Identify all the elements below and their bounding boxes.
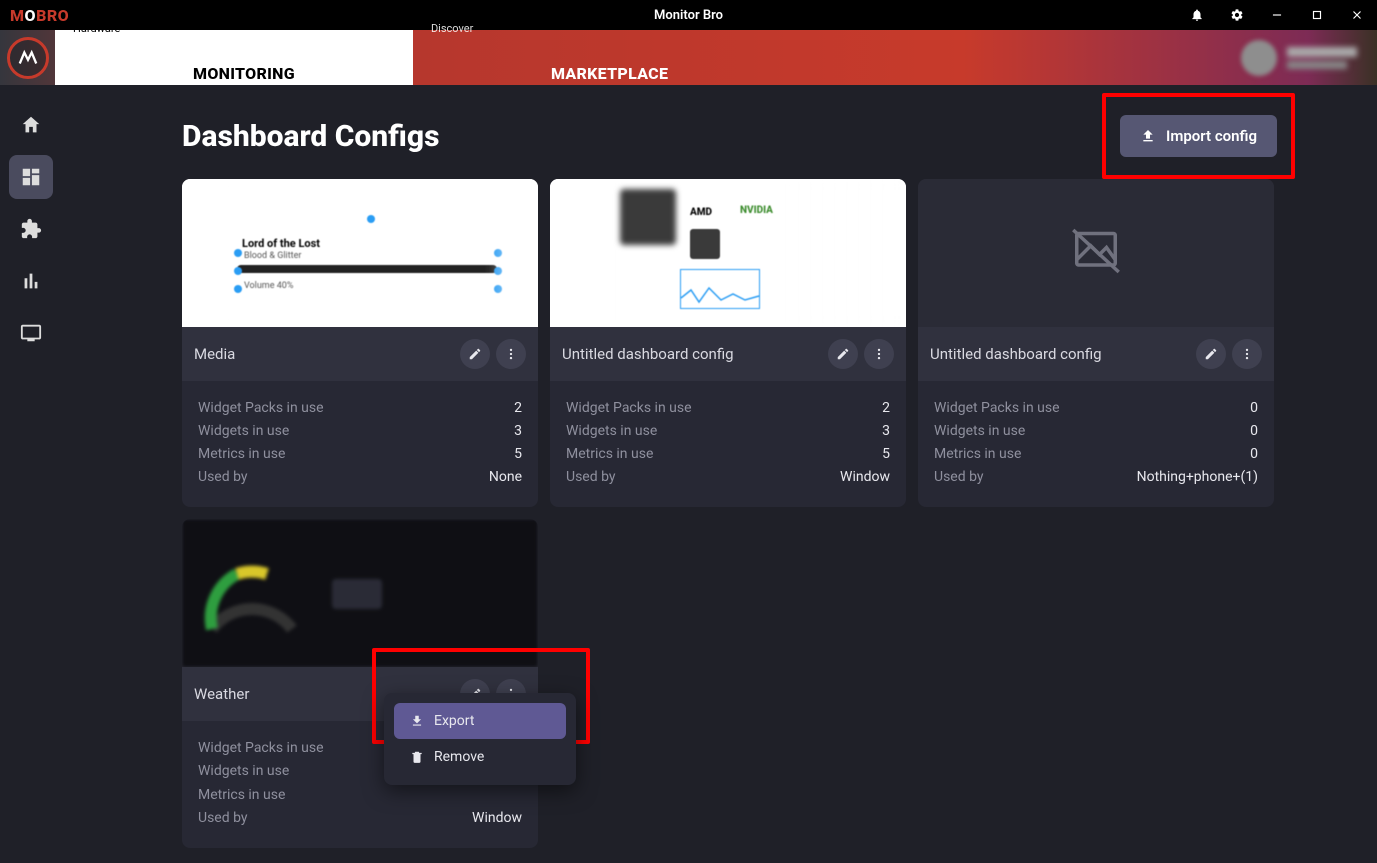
sidebar-home[interactable] <box>9 103 53 147</box>
window-title: Monitor Bro <box>654 8 723 23</box>
edit-button[interactable] <box>460 339 490 369</box>
more-button[interactable] <box>1232 339 1262 369</box>
tab-sub: Hardware <box>73 23 395 34</box>
download-icon <box>410 714 424 728</box>
val-used-by: None <box>489 466 522 489</box>
import-config-button[interactable]: Import config <box>1120 115 1277 157</box>
label-used-by: Used by <box>198 807 248 830</box>
label-used-by: Used by <box>934 466 984 489</box>
preview-track-title: Lord of the Lost <box>242 237 320 250</box>
sidebar-stats[interactable] <box>9 259 53 303</box>
gear-icon[interactable] <box>1217 0 1257 30</box>
label-widgets: Widgets in use <box>198 760 289 783</box>
no-image-icon <box>1068 223 1124 283</box>
tab-monitoring[interactable]: Hardware MONITORING <box>55 30 413 85</box>
preview-brand-nv: NVIDIA <box>740 205 773 216</box>
val-used-by: Nothing+phone+(1) <box>1137 466 1258 489</box>
preview-brand-amd: AMD <box>690 207 712 218</box>
label-widget-packs: Widget Packs in use <box>566 397 692 420</box>
card-preview[interactable]: Lord of the Lost Blood & Glitter Volume … <box>182 179 538 327</box>
config-card-media: Lord of the Lost Blood & Glitter Volume … <box>182 179 538 507</box>
bell-icon[interactable] <box>1177 0 1217 30</box>
menu-export-label: Export <box>434 713 474 729</box>
menu-remove[interactable]: Remove <box>394 739 566 775</box>
edit-button[interactable] <box>828 339 858 369</box>
label-metrics: Metrics in use <box>566 443 653 466</box>
label-metrics: Metrics in use <box>198 784 285 807</box>
close-button[interactable] <box>1337 0 1377 30</box>
sidebar-dashboards[interactable] <box>9 155 53 199</box>
val-metrics: 0 <box>1250 443 1258 466</box>
pencil-icon <box>836 347 850 361</box>
val-widgets: 3 <box>882 420 890 443</box>
user-account[interactable] <box>1231 30 1367 85</box>
dots-vertical-icon <box>1240 347 1254 361</box>
tab-sub: Discover <box>431 23 768 34</box>
preview-track-sub: Blood & Glitter <box>244 251 301 261</box>
more-button[interactable] <box>864 339 894 369</box>
sidebar <box>0 85 62 863</box>
label-used-by: Used by <box>566 466 616 489</box>
label-metrics: Metrics in use <box>198 443 285 466</box>
card-preview[interactable] <box>182 519 538 667</box>
card-context-menu: Export Remove <box>384 693 576 785</box>
trash-icon <box>410 750 424 764</box>
app-logo: MOBRO <box>0 6 69 25</box>
card-title: Weather <box>194 685 249 703</box>
main-area: Dashboard Configs Import config Lord of … <box>62 85 1377 863</box>
label-metrics: Metrics in use <box>934 443 1021 466</box>
val-used-by: Window <box>840 466 890 489</box>
page-title: Dashboard Configs <box>182 119 439 154</box>
brand-badge[interactable] <box>0 30 55 85</box>
label-widgets: Widgets in use <box>934 420 1025 443</box>
sidebar-plugins[interactable] <box>9 207 53 251</box>
pencil-icon <box>1204 347 1218 361</box>
card-title: Media <box>194 345 235 363</box>
import-label: Import config <box>1166 127 1257 145</box>
sidebar-display[interactable] <box>9 311 53 355</box>
label-widgets: Widgets in use <box>566 420 657 443</box>
label-used-by: Used by <box>198 466 248 489</box>
menu-remove-label: Remove <box>434 749 484 765</box>
label-widget-packs: Widget Packs in use <box>198 397 324 420</box>
val-metrics: 5 <box>882 443 890 466</box>
config-card-weather: Weather Widget Packs in use Widgets in u… <box>182 519 538 847</box>
label-widget-packs: Widget Packs in use <box>934 397 1060 420</box>
tab-marketplace[interactable]: Discover MARKETPLACE <box>413 30 786 85</box>
val-widget-packs: 2 <box>882 397 890 420</box>
card-preview[interactable] <box>918 179 1274 327</box>
val-widgets: 0 <box>1250 420 1258 443</box>
val-metrics: 5 <box>514 443 522 466</box>
user-name-blur <box>1287 47 1357 69</box>
val-widget-packs: 2 <box>514 397 522 420</box>
maximize-button[interactable] <box>1297 0 1337 30</box>
nav-ribbon: Hardware MONITORING Discover MARKETPLACE <box>0 30 1377 85</box>
card-title: Untitled dashboard config <box>930 345 1102 363</box>
val-widget-packs: 0 <box>1250 397 1258 420</box>
more-button[interactable] <box>496 339 526 369</box>
dots-vertical-icon <box>504 347 518 361</box>
config-card-untitled-1: AMD NVIDIA Untitled dashboard config <box>550 179 906 507</box>
val-used-by: Window <box>472 807 522 830</box>
cards-grid: Lord of the Lost Blood & Glitter Volume … <box>182 179 1277 848</box>
edit-button[interactable] <box>1196 339 1226 369</box>
avatar <box>1241 40 1277 76</box>
card-preview[interactable]: AMD NVIDIA <box>550 179 906 327</box>
card-title: Untitled dashboard config <box>562 345 734 363</box>
pencil-icon <box>468 347 482 361</box>
config-card-untitled-2: Untitled dashboard config Widget Packs i… <box>918 179 1274 507</box>
label-widgets: Widgets in use <box>198 420 289 443</box>
menu-export[interactable]: Export <box>394 703 566 739</box>
minimize-button[interactable] <box>1257 0 1297 30</box>
dots-vertical-icon <box>872 347 886 361</box>
val-widgets: 3 <box>514 420 522 443</box>
upload-icon <box>1140 128 1156 144</box>
preview-volume: Volume 40% <box>244 281 293 291</box>
label-widget-packs: Widget Packs in use <box>198 737 324 760</box>
